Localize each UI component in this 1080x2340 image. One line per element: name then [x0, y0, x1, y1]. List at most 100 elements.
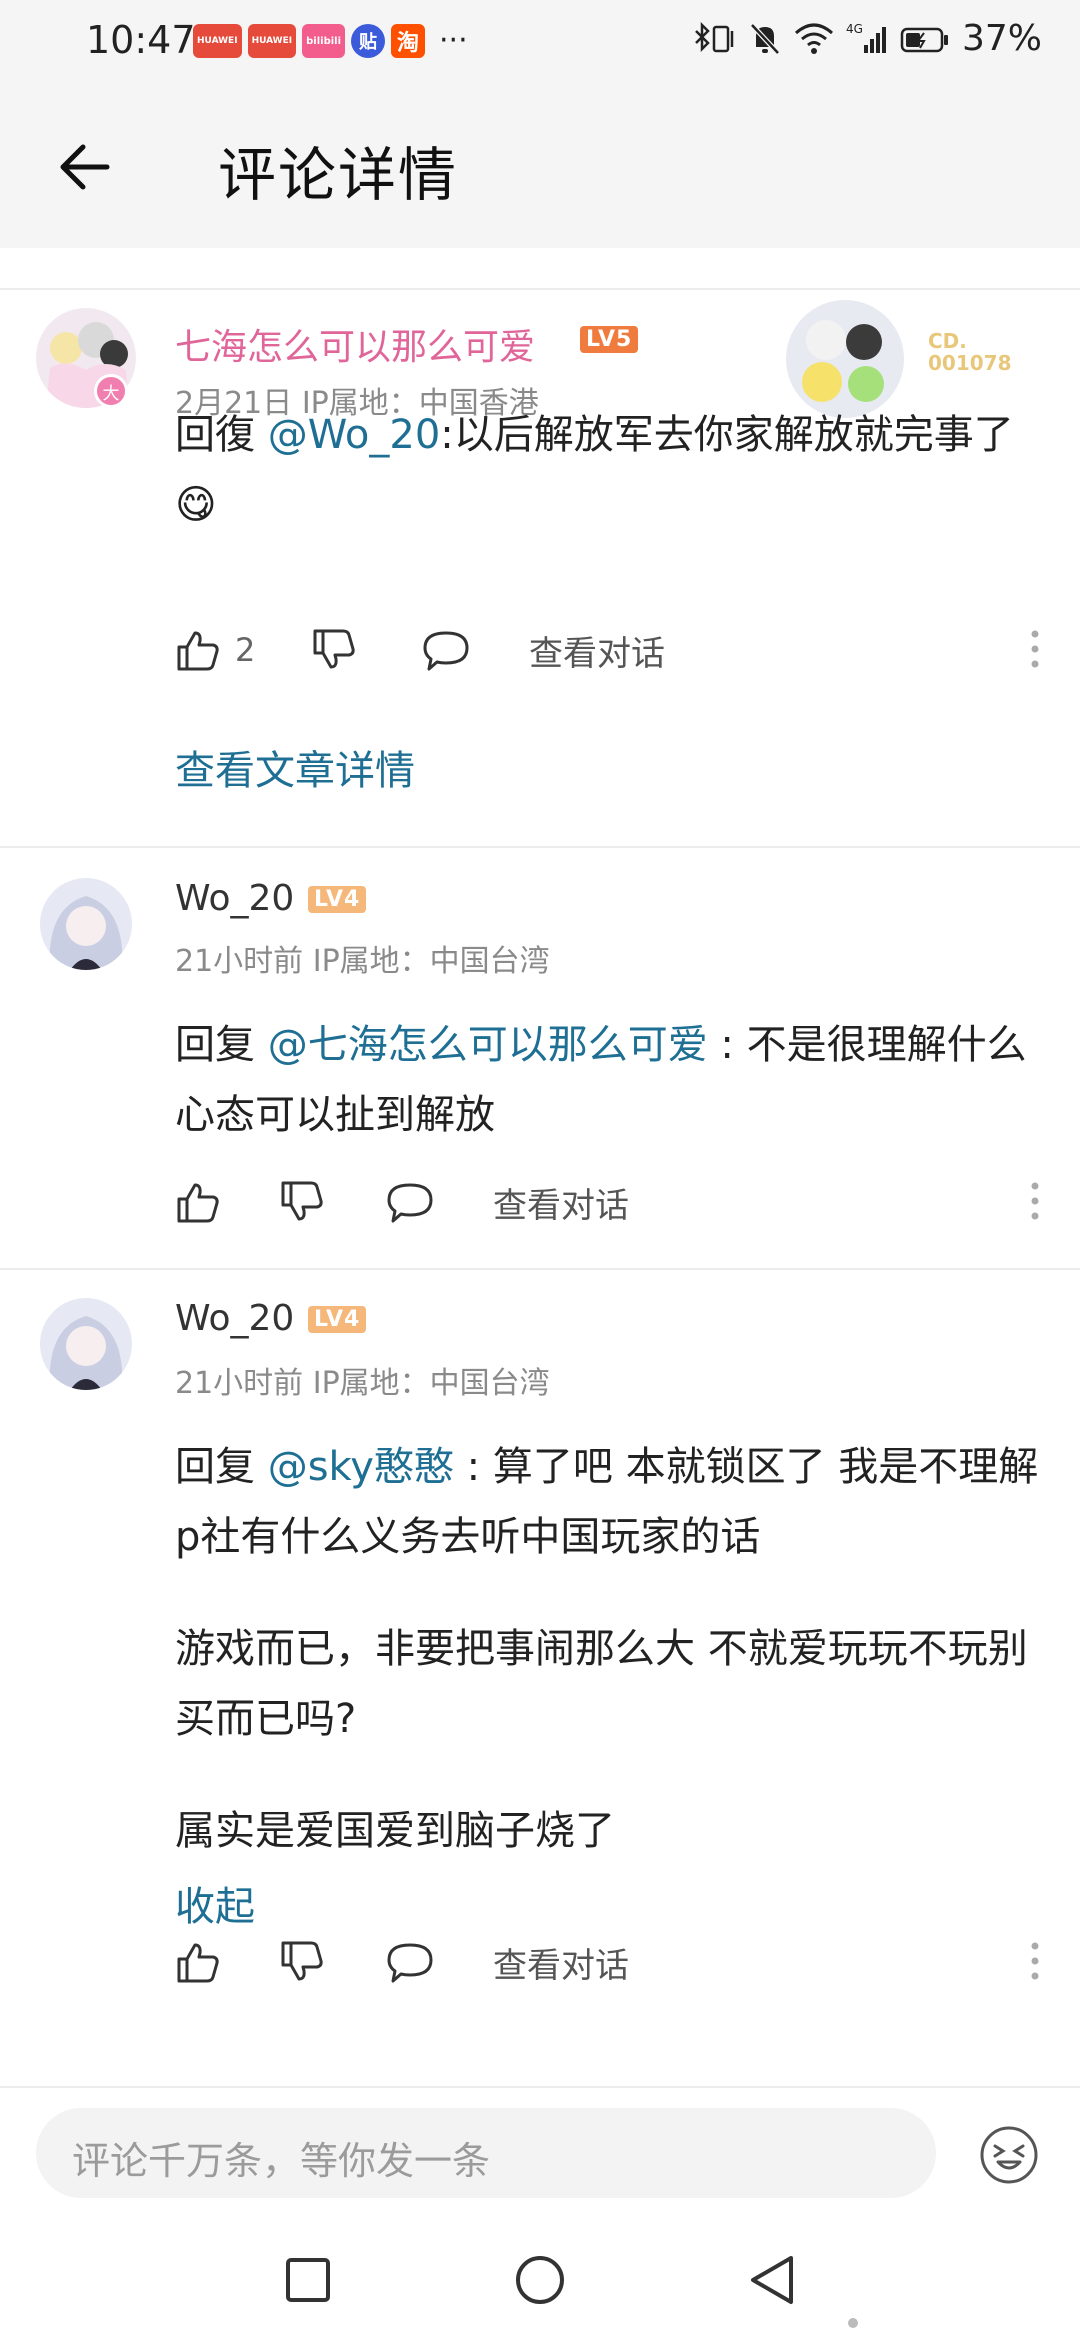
like-button[interactable]: [175, 1932, 221, 1992]
back-arrow-icon: [60, 144, 110, 190]
signal-4g-icon: 4G: [846, 21, 888, 57]
more-options-button[interactable]: [1025, 1936, 1045, 1990]
comment-paragraph: 游戏而已，非要把事闹那么大 不就爱玩玩不玩别买而已吗?: [175, 1626, 1028, 1742]
avatar-image: [49, 1316, 123, 1390]
speech-bubble-icon: [387, 1943, 433, 1983]
thumbs-down-icon: [313, 629, 355, 669]
comment-text: 回复 @sky憨憨 : 算了吧 本就锁区了 我是不理解p社有什么义务去听中国玩家…: [175, 1432, 1055, 1866]
fan-card-number: CD. 001078: [928, 329, 1012, 375]
thumbs-down-icon: [281, 1941, 323, 1981]
like-button[interactable]: 2: [175, 620, 255, 680]
comment-meta: 21小时前 IP属地：中国台湾: [175, 1358, 550, 1402]
dislike-button[interactable]: [279, 1932, 325, 1992]
more-options-button[interactable]: [1025, 624, 1045, 678]
reply-button[interactable]: [385, 1932, 435, 1992]
comment-meta: 21小时前 IP属地：中国台湾: [175, 936, 550, 980]
mute-bell-icon: [748, 21, 782, 57]
comment-input-placeholder: 评论千万条，等你发一条: [72, 2139, 491, 2183]
comment-date: 21小时前: [175, 944, 304, 979]
big-member-badge: 大: [94, 374, 128, 408]
mention-link[interactable]: @七海怎么可以那么可爱: [268, 1022, 708, 1068]
dislike-button[interactable]: [311, 620, 357, 680]
level-badge: LV4: [308, 886, 367, 913]
system-icons: 4G 37%: [692, 18, 1042, 59]
comment-date: 21小时前: [175, 1366, 304, 1401]
square-icon: [286, 2258, 330, 2302]
triangle-back-icon: [751, 2256, 793, 2304]
username[interactable]: Wo_20: [175, 878, 294, 919]
emoji-yum: 😋: [175, 482, 217, 528]
comment-input[interactable]: 评论千万条，等你发一条: [36, 2108, 936, 2198]
comment-paragraph: 属实是爱国爱到脑子烧了: [175, 1808, 615, 1854]
reply-prefix: 回复: [175, 1444, 255, 1490]
more-notifications-icon: ···: [439, 23, 468, 58]
top-app-bar: 评论详情: [0, 84, 1080, 248]
comment-reply: Wo_20 LV4 21小时前 IP属地：中国台湾 回复 @sky憨憨 : 算了…: [0, 1270, 1080, 2086]
like-count: 2: [235, 631, 256, 669]
taobao-app-icon: 淘: [391, 24, 426, 58]
reply-prefix: 回复: [175, 1022, 255, 1068]
status-time: 10:47: [86, 18, 196, 62]
username[interactable]: 七海怎么可以那么可爱: [175, 318, 535, 370]
system-nav-bar: [0, 2220, 1080, 2340]
comment-actions: 查看对话: [175, 1172, 1045, 1232]
dislike-button[interactable]: [279, 1172, 325, 1232]
notification-icons: HUAWEI HUAWEI bilibili 贴 淘 ···: [193, 24, 468, 58]
username[interactable]: Wo_20: [175, 1298, 294, 1339]
comment-text: 回復 @Wo_20:以后解放军去你家解放就完事了 😋: [175, 400, 1055, 540]
reply-button[interactable]: [421, 620, 471, 680]
svg-text:4G: 4G: [846, 22, 863, 36]
view-dialog-button[interactable]: 查看对话: [493, 1932, 629, 1992]
mention-link[interactable]: @Wo_20: [268, 412, 441, 458]
status-bar: 10:47 HUAWEI HUAWEI bilibili 贴 淘 ··· 4G …: [0, 0, 1080, 84]
level-badge: LV5: [580, 326, 639, 353]
home-button[interactable]: [510, 2250, 570, 2310]
back-nav-button[interactable]: [742, 2250, 802, 2310]
battery-icon: [900, 21, 950, 57]
thumbs-up-icon: [177, 631, 219, 671]
circle-icon: [516, 2256, 564, 2304]
comment-actions: 2 查看对话: [175, 620, 1045, 680]
huawei-app-icon: HUAWEI: [247, 24, 297, 58]
view-dialog-label: 查看对话: [529, 633, 665, 674]
more-vertical-icon: [1031, 1182, 1039, 1220]
bilibili-app-icon: bilibili: [302, 24, 346, 58]
avatar[interactable]: [40, 878, 132, 970]
avatar-image: [49, 896, 123, 970]
ip-location: IP属地：中国台湾: [312, 944, 550, 979]
speech-bubble-icon: [387, 1183, 433, 1223]
more-vertical-icon: [1031, 630, 1039, 668]
view-dialog-label: 查看对话: [493, 1185, 629, 1226]
recents-button[interactable]: [278, 2250, 338, 2310]
level-badge: LV4: [308, 1306, 367, 1333]
bluetooth-vibrate-icon: [692, 21, 736, 57]
avatar[interactable]: [40, 1298, 132, 1390]
thumbs-up-icon: [177, 1183, 219, 1223]
emoji-face-icon: [980, 2126, 1038, 2184]
like-button[interactable]: [175, 1172, 221, 1232]
view-dialog-button[interactable]: 查看对话: [493, 1172, 629, 1232]
indicator-dot: [848, 2318, 858, 2328]
comment-paragraph: 回复 @sky憨憨 : 算了吧 本就锁区了 我是不理解p社有什么义务去听中国玩家…: [175, 1432, 1055, 1572]
comment-body: :以后解放军去你家解放就完事了: [440, 412, 1014, 458]
reply-button[interactable]: [385, 1172, 435, 1232]
reply-prefix: 回復: [175, 412, 255, 458]
view-article-link[interactable]: 查看文章详情: [175, 738, 415, 796]
tieba-app-icon: 贴: [351, 24, 386, 58]
comment-text: 回复 @七海怎么可以那么可爱 : 不是很理解什么心态可以扯到解放: [175, 1010, 1055, 1150]
comment-main: 大 七海怎么可以那么可爱 LV5 2月21日 IP属地：中国香港 CD. 001…: [0, 290, 1080, 846]
speech-bubble-icon: [423, 631, 469, 671]
view-dialog-label: 查看对话: [493, 1945, 629, 1986]
ip-location: IP属地：中国台湾: [312, 1366, 550, 1401]
huawei-app-icon: HUAWEI: [193, 24, 242, 58]
mention-link[interactable]: @sky憨憨: [268, 1444, 454, 1490]
more-options-button[interactable]: [1025, 1176, 1045, 1230]
thumbs-down-icon: [281, 1181, 323, 1221]
emoji-button[interactable]: [978, 2124, 1040, 2186]
collapse-link[interactable]: 收起: [175, 1874, 255, 1932]
page-title: 评论详情: [218, 141, 459, 209]
back-button[interactable]: [50, 132, 120, 202]
battery-percent: 37%: [961, 18, 1042, 59]
view-dialog-button[interactable]: 查看对话: [529, 620, 665, 680]
comment-reply: Wo_20 LV4 21小时前 IP属地：中国台湾 回复 @七海怎么可以那么可爱…: [0, 848, 1080, 1268]
